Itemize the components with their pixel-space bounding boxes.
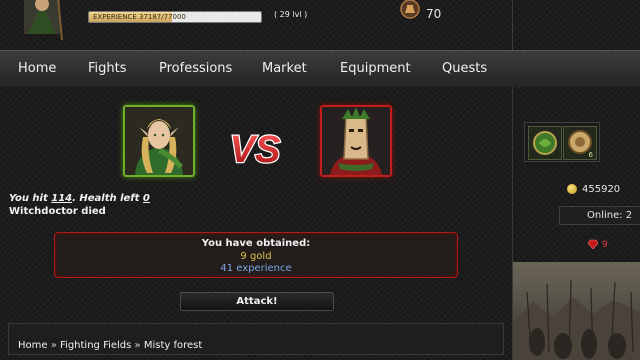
potion-badge-icon[interactable] [400,0,420,19]
breadcrumb-separator: » [47,340,61,351]
versus-icon: VS [228,128,281,172]
header-divider [512,0,513,50]
player-avatar[interactable] [123,105,195,177]
nav-equipment[interactable]: Equipment [340,61,411,76]
green-armor-icon [533,131,557,155]
item-slot-shield[interactable]: 6 [563,126,597,160]
ruby-gem-icon [588,239,598,249]
nav-professions[interactable]: Professions [159,61,232,76]
enemy-avatar[interactable] [320,105,392,177]
top-header: EXPERIENCE 37187/77000 ( 29 lvl ) 70 [0,0,640,50]
breadcrumb-separator: » [131,340,144,351]
item-count: 6 [588,151,593,159]
reward-gold: 9 gold [240,251,272,262]
gem-count: 9 [602,240,608,250]
online-label: Online: 2 [587,210,633,221]
level-label: ( 29 lvl ) [274,10,308,19]
inventory-quick-slots: 6 [524,122,600,162]
elf-archer-portrait-icon [125,107,193,175]
reward-title: You have obtained: [201,238,311,249]
gold-amount: 455920 [582,184,621,195]
battlefield-artwork-icon [513,262,640,360]
witchdoctor-portrait-icon [322,107,390,175]
item-slot-armor[interactable] [528,126,562,160]
top-counter: 70 [426,7,442,21]
hero-portrait-icon[interactable] [18,0,66,42]
versus-label: VS [230,129,281,171]
breadcrumb-misty-forest: Misty forest [143,340,203,351]
attack-button[interactable]: Attack! [180,292,334,311]
main-navigation: Home Fights Professions Market Equipment… [0,50,640,88]
combat-log-hit: You hit 114. Health left 0 [9,193,150,204]
combat-log-died: Witchdoctor died [9,206,106,217]
experience-label: EXPERIENCE 37187/77000 [93,13,186,21]
reward-experience: 41 experience [220,263,292,274]
combat-log-damage: 114 [51,193,73,204]
breadcrumb-fighting-fields[interactable]: Fighting Fields [60,340,131,351]
reward-box: You have obtained: 9 gold 41 experience [54,232,458,278]
breadcrumb: Home » Fighting Fields » Misty forest [8,323,504,355]
nav-market[interactable]: Market [262,61,307,76]
combat-log-hit-prefix: You hit [9,193,52,204]
online-status[interactable]: Online: 2 [559,206,640,225]
experience-bar: EXPERIENCE 37187/77000 [88,11,262,23]
nav-home[interactable]: Home [18,61,56,76]
combat-log-health: 0 [142,193,150,204]
nav-fights[interactable]: Fights [88,61,127,76]
combat-log-health-prefix: . Health left [72,193,143,204]
gold-coin-icon [567,184,577,194]
nav-quests[interactable]: Quests [442,61,487,76]
breadcrumb-home[interactable]: Home [18,340,48,351]
